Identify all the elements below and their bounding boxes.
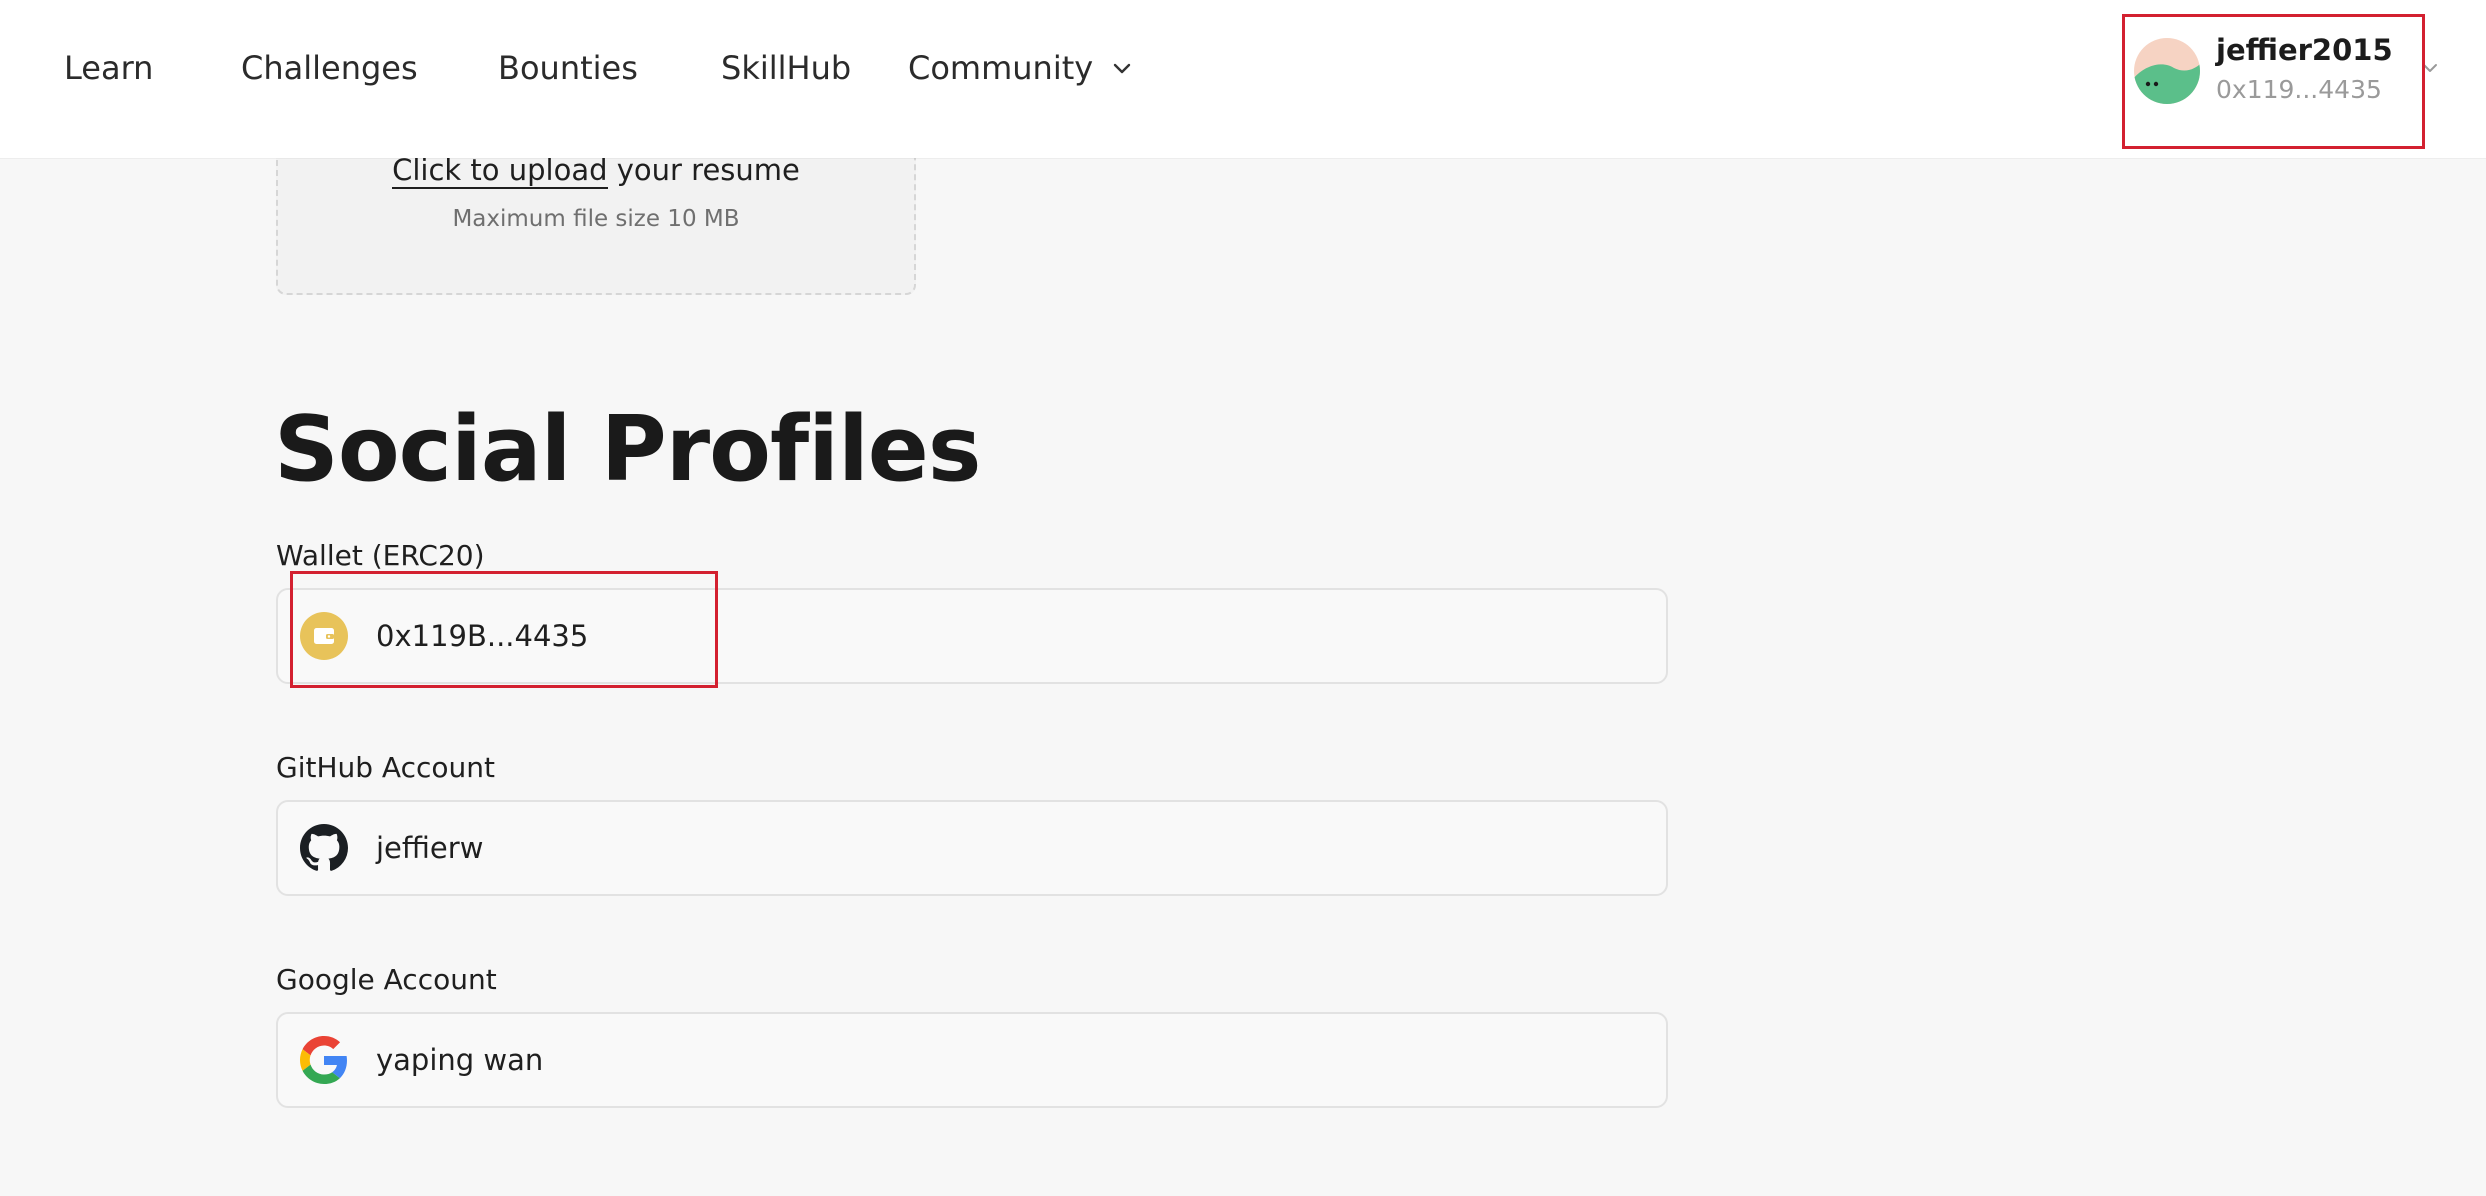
google-label: Google Account bbox=[276, 963, 497, 996]
user-menu-chevron-icon[interactable] bbox=[2420, 58, 2440, 78]
upload-instruction-rest: your resume bbox=[607, 153, 800, 187]
google-icon bbox=[300, 1036, 348, 1084]
nav-community-label: Community bbox=[908, 49, 1094, 87]
github-label: GitHub Account bbox=[276, 751, 495, 784]
google-field[interactable]: yaping wan bbox=[276, 1012, 1668, 1108]
upload-size-hint: Maximum file size 10 MB bbox=[452, 206, 740, 232]
chevron-down-icon bbox=[1111, 57, 1133, 79]
github-username-value: jeffierw bbox=[376, 831, 484, 865]
wallet-address-value: 0x119B...4435 bbox=[376, 619, 589, 653]
username: jeffier2015 bbox=[2216, 33, 2393, 67]
wallet-icon bbox=[300, 612, 348, 660]
section-title-social-profiles: Social Profiles bbox=[274, 397, 981, 502]
nav-community-dropdown[interactable]: Community bbox=[908, 48, 1133, 88]
github-icon bbox=[300, 824, 348, 872]
nav-challenges[interactable]: Challenges bbox=[241, 48, 418, 88]
top-nav: Learn Challenges Bounties SkillHub Commu… bbox=[0, 0, 2486, 158]
nav-bounties[interactable]: Bounties bbox=[498, 48, 638, 88]
google-account-value: yaping wan bbox=[376, 1043, 544, 1077]
nav-skillhub[interactable]: SkillHub bbox=[721, 48, 851, 88]
avatar-icon bbox=[2134, 38, 2200, 104]
github-field[interactable]: jeffierw bbox=[276, 800, 1668, 896]
user-wallet-address: 0x119...4435 bbox=[2216, 75, 2382, 104]
nav-learn[interactable]: Learn bbox=[64, 48, 153, 88]
upload-link[interactable]: Click to upload bbox=[392, 153, 608, 189]
wallet-field[interactable]: 0x119B...4435 bbox=[276, 588, 1668, 684]
wallet-label: Wallet (ERC20) bbox=[276, 539, 485, 572]
user-menu[interactable]: jeffier2015 0x119...4435 bbox=[2122, 14, 2425, 149]
